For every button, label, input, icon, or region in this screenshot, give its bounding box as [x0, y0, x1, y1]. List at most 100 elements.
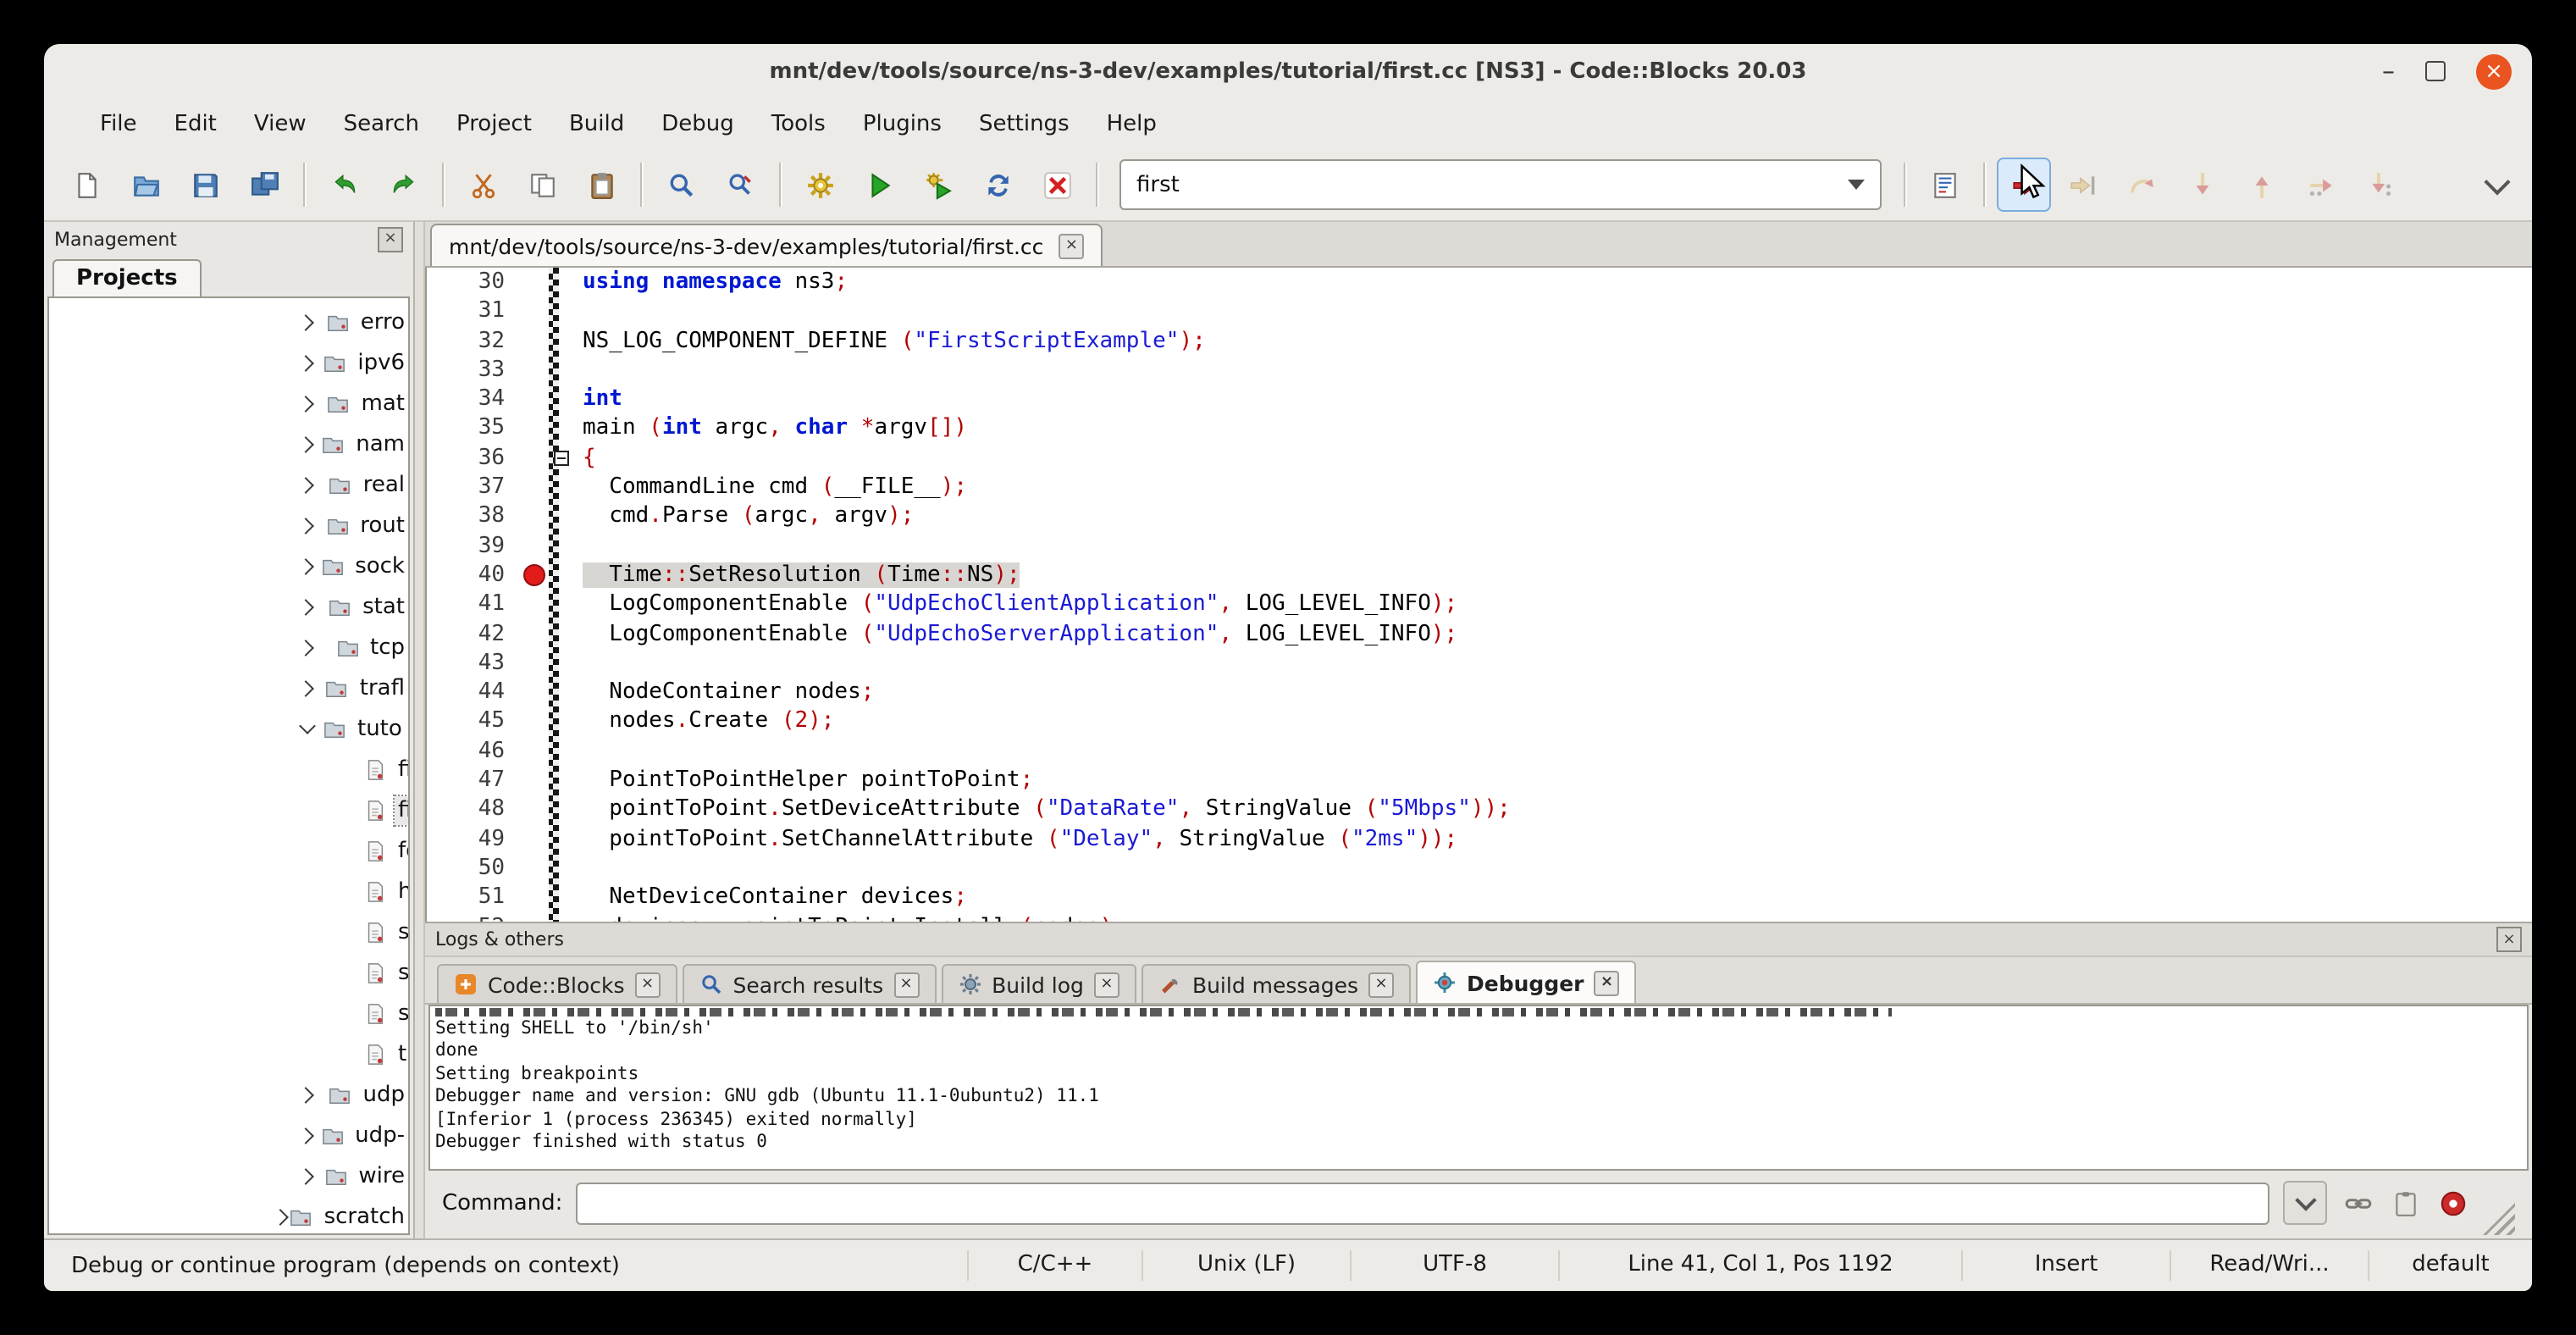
tree-expand-icon[interactable]: [298, 1166, 318, 1185]
run-to-cursor-button[interactable]: [2058, 159, 2109, 210]
logs-tab-build-messages[interactable]: Build messages×: [1142, 964, 1411, 1003]
logs-tab-close-icon[interactable]: ×: [893, 972, 919, 997]
breakpoint-margin[interactable]: [518, 414, 549, 444]
tree-expand-icon[interactable]: [298, 638, 329, 656]
run-button[interactable]: [854, 159, 904, 210]
breakpoint-margin[interactable]: [518, 649, 549, 679]
menu-debug[interactable]: Debug: [643, 104, 753, 143]
logs-tab-close-icon[interactable]: ×: [1094, 972, 1119, 997]
menu-project[interactable]: Project: [438, 104, 550, 143]
fold-marker-icon[interactable]: [553, 451, 568, 466]
step-out-button[interactable]: [2236, 159, 2286, 210]
breakpoint-margin[interactable]: [518, 326, 549, 356]
menu-search[interactable]: Search: [325, 104, 438, 143]
tab-projects[interactable]: Projects: [53, 259, 202, 296]
build-button[interactable]: [794, 159, 845, 210]
tree-item-udp[interactable]: udp: [49, 1074, 408, 1115]
command-dropdown-button[interactable]: [2283, 1181, 2327, 1225]
save-all-button[interactable]: [239, 159, 290, 210]
command-input[interactable]: [576, 1182, 2269, 1224]
tree-expand-icon[interactable]: [298, 597, 322, 616]
menu-file[interactable]: File: [81, 104, 156, 143]
tree-expand-icon[interactable]: [273, 1207, 284, 1226]
breakpoint-margin[interactable]: [518, 824, 549, 854]
tree-item-erro[interactable]: erro: [49, 302, 408, 342]
tree-item-si[interactable]: si: [49, 993, 408, 1033]
menu-plugins[interactable]: Plugins: [844, 104, 960, 143]
logs-tab-close-icon[interactable]: ×: [1368, 972, 1394, 997]
breakpoint-margin[interactable]: [518, 854, 549, 884]
logs-tab-debugger[interactable]: Debugger×: [1416, 961, 1637, 1003]
tree-item-rout[interactable]: rout: [49, 505, 408, 546]
rebuild-button[interactable]: [972, 159, 1023, 210]
tree-expand-icon[interactable]: [298, 719, 317, 738]
breakpoint-margin[interactable]: [518, 883, 549, 912]
tree-expand-icon[interactable]: [298, 557, 314, 575]
step-into-button[interactable]: [2176, 159, 2227, 210]
tree-item-real[interactable]: real: [49, 464, 408, 505]
breakpoint-marker[interactable]: [522, 564, 544, 586]
tree-expand-icon[interactable]: [298, 353, 317, 372]
tree-expand-icon[interactable]: [298, 394, 321, 413]
clipboard-icon[interactable]: [2388, 1186, 2422, 1220]
code-editor[interactable]: 30using namespace ns3;3132NS_LOG_COMPONE…: [425, 268, 2532, 922]
breakpoint-margin[interactable]: [518, 707, 549, 737]
tree-item-th[interactable]: th: [49, 1033, 408, 1074]
link-icon[interactable]: [2341, 1186, 2374, 1220]
copy-button[interactable]: [517, 159, 567, 210]
redo-button[interactable]: [378, 159, 428, 210]
tree-expand-icon[interactable]: [298, 516, 319, 535]
menu-help[interactable]: Help: [1088, 104, 1175, 143]
breakpoint-margin[interactable]: [518, 795, 549, 825]
tree-expand-icon[interactable]: [298, 435, 315, 453]
step-into-instruction-button[interactable]: [2354, 159, 2405, 210]
breakpoint-margin[interactable]: [518, 590, 549, 620]
tree-item-trafl[interactable]: trafl: [49, 668, 408, 708]
tree-item-scratch[interactable]: scratch: [49, 1196, 408, 1235]
tree-item-fif[interactable]: fif: [49, 749, 408, 789]
open-file-button[interactable]: [120, 159, 171, 210]
breakpoint-margin[interactable]: [518, 561, 549, 590]
breakpoint-margin[interactable]: [518, 268, 549, 297]
paste-button[interactable]: [576, 159, 627, 210]
editor-tab-first-cc[interactable]: mnt/dev/tools/source/ns-3-dev/examples/t…: [430, 224, 1103, 266]
editor-tab-close-icon[interactable]: ×: [1059, 233, 1084, 258]
menu-tools[interactable]: Tools: [753, 104, 844, 143]
logs-tab-close-icon[interactable]: ×: [635, 972, 661, 997]
tree-expand-icon[interactable]: [298, 313, 320, 331]
tree-item-tuto[interactable]: tuto: [49, 708, 408, 749]
new-file-button[interactable]: [61, 159, 112, 210]
tree-expand-icon[interactable]: [298, 1126, 314, 1144]
breakpoint-margin[interactable]: [518, 297, 549, 327]
tree-expand-icon[interactable]: [298, 1085, 323, 1104]
breakpoint-margin[interactable]: [518, 473, 549, 502]
management-close-icon[interactable]: ×: [378, 226, 403, 252]
next-line-button[interactable]: [2117, 159, 2168, 210]
breakpoint-margin[interactable]: [518, 912, 549, 922]
build-and-run-button[interactable]: [913, 159, 964, 210]
breakpoint-margin[interactable]: [518, 502, 549, 532]
breakpoint-margin[interactable]: [518, 766, 549, 795]
logs-tab-code-blocks[interactable]: Code::Blocks×: [437, 964, 677, 1003]
menu-settings[interactable]: Settings: [960, 104, 1088, 143]
abort-build-button[interactable]: [1031, 159, 1082, 210]
breakpoint-margin[interactable]: [518, 385, 549, 414]
menu-view[interactable]: View: [235, 104, 325, 143]
tree-item-he[interactable]: he: [49, 871, 408, 911]
tree-expand-icon[interactable]: [298, 475, 323, 494]
logs-tab-build-log[interactable]: Build log×: [941, 964, 1136, 1003]
tree-item-mat[interactable]: mat: [49, 383, 408, 424]
menu-edit[interactable]: Edit: [156, 104, 235, 143]
build-target-combobox[interactable]: first: [1119, 159, 1882, 210]
toolbar-overflow-button[interactable]: [2478, 166, 2515, 203]
logs-tab-search-results[interactable]: Search results×: [683, 964, 937, 1003]
logs-close-icon[interactable]: ×: [2496, 927, 2522, 952]
undo-button[interactable]: [318, 159, 369, 210]
tree-item-se[interactable]: se: [49, 911, 408, 952]
save-file-button[interactable]: [180, 159, 230, 210]
tree-item-ipv6[interactable]: ipv6: [49, 342, 408, 383]
close-button[interactable]: ×: [2476, 53, 2512, 89]
debug-continue-button[interactable]: [1998, 159, 2049, 210]
tree-item-stat[interactable]: stat: [49, 586, 408, 627]
breakpoint-margin[interactable]: [518, 737, 549, 767]
